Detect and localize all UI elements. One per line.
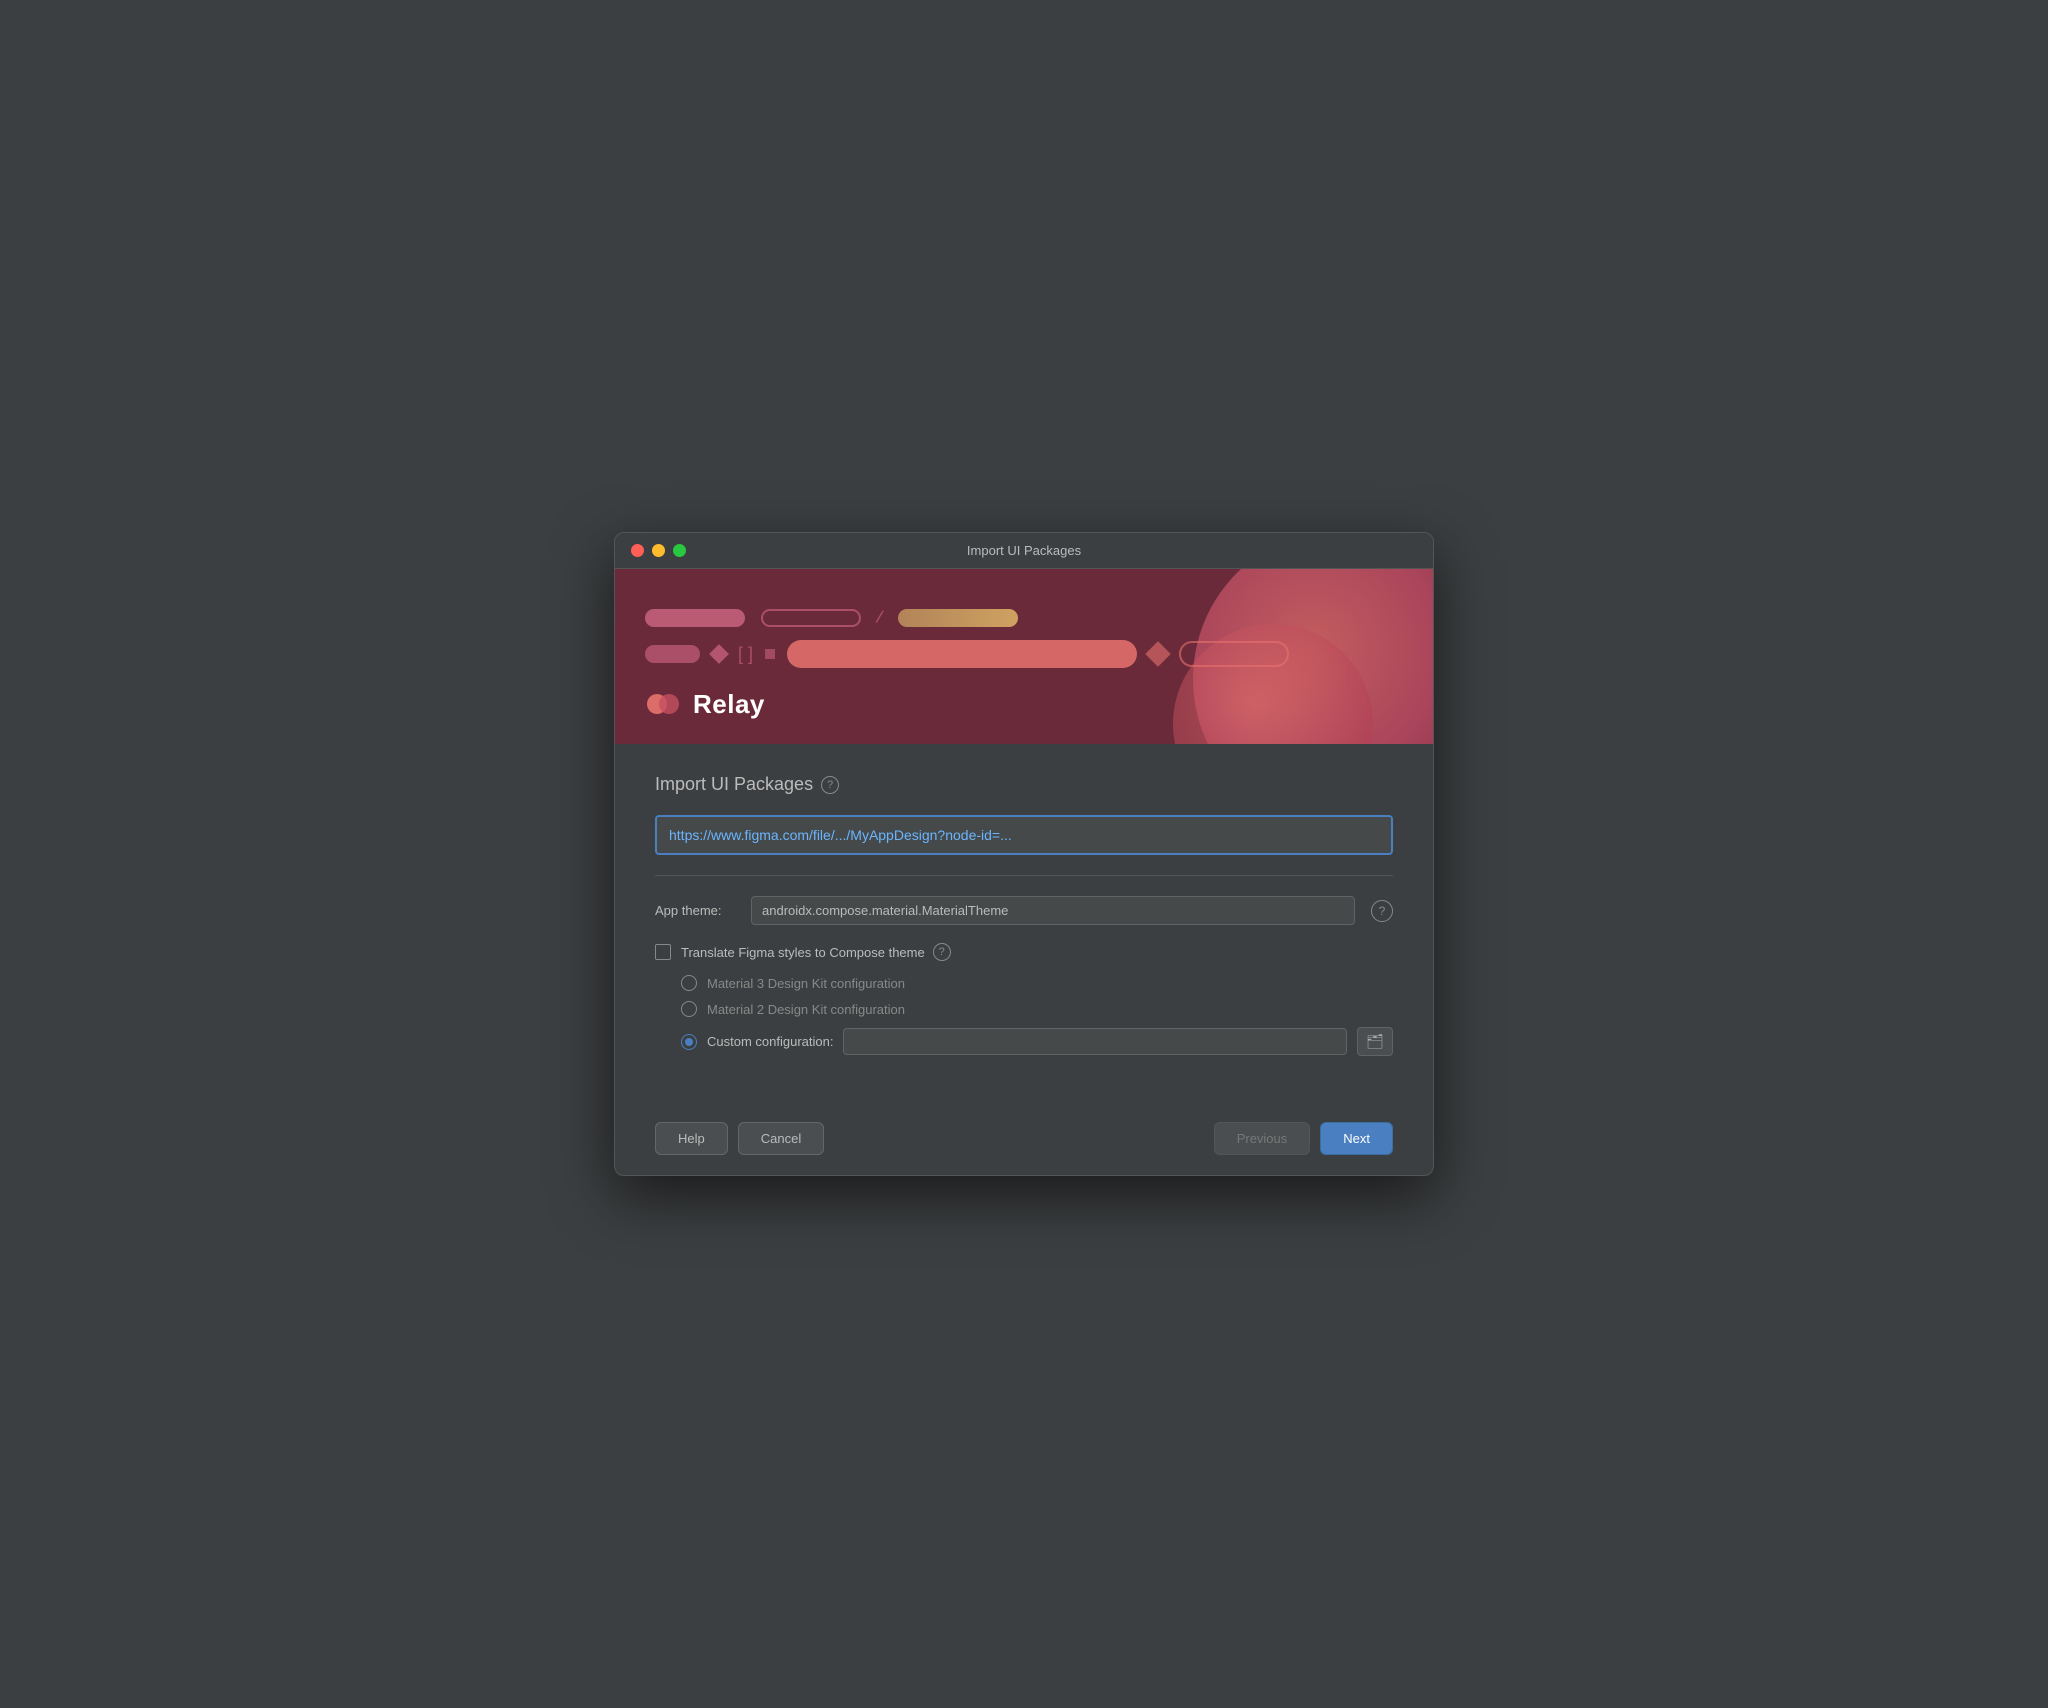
app-theme-row: App theme: ? xyxy=(655,896,1393,925)
folder-button[interactable]: 🗂 xyxy=(1357,1027,1393,1056)
app-theme-input[interactable] xyxy=(751,896,1355,925)
deco-diamond-2 xyxy=(1145,641,1170,666)
material2-radio-row: Material 2 Design Kit configuration xyxy=(681,1001,1393,1017)
translate-help-icon[interactable]: ? xyxy=(933,943,951,961)
footer: Help Cancel Previous Next xyxy=(615,1106,1433,1175)
material3-label: Material 3 Design Kit configuration xyxy=(707,976,905,991)
deco-bracket: [ ] xyxy=(738,644,753,665)
material2-radio[interactable] xyxy=(681,1001,697,1017)
deco-pill-short xyxy=(645,645,700,663)
deco-square xyxy=(765,649,775,659)
relay-logo-icon xyxy=(645,686,681,722)
material3-radio-row: Material 3 Design Kit configuration xyxy=(681,975,1393,991)
close-button[interactable] xyxy=(631,544,644,557)
deco-diamond-1 xyxy=(709,644,729,664)
section-help-icon[interactable]: ? xyxy=(821,776,839,794)
app-theme-label: App theme: xyxy=(655,903,735,918)
banner: / [ ] Relay xyxy=(615,569,1433,744)
app-theme-help-icon[interactable]: ? xyxy=(1371,900,1393,922)
figma-url-input[interactable] xyxy=(657,817,1391,853)
custom-config-input[interactable] xyxy=(843,1028,1347,1055)
maximize-button[interactable] xyxy=(673,544,686,557)
deco-pill-gradient xyxy=(898,609,1018,627)
divider xyxy=(655,875,1393,876)
footer-left: Help Cancel xyxy=(655,1122,824,1155)
dialog-window: Import UI Packages / [ ] xyxy=(614,532,1434,1176)
previous-button[interactable]: Previous xyxy=(1214,1122,1311,1155)
traffic-lights xyxy=(631,544,686,557)
folder-icon: 🗂 xyxy=(1366,1033,1384,1049)
translate-checkbox[interactable] xyxy=(655,944,671,960)
deco-pill-outline-salmon xyxy=(1179,641,1289,667)
custom-label: Custom configuration: xyxy=(707,1034,833,1049)
next-button[interactable]: Next xyxy=(1320,1122,1393,1155)
deco-pill-1 xyxy=(645,609,745,627)
cancel-button[interactable]: Cancel xyxy=(738,1122,824,1155)
custom-radio[interactable] xyxy=(681,1034,697,1050)
section-title: Import UI Packages ? xyxy=(655,774,1393,795)
translate-label: Translate Figma styles to Compose theme … xyxy=(681,943,951,961)
window-title: Import UI Packages xyxy=(967,543,1081,558)
radio-group: Material 3 Design Kit configuration Mate… xyxy=(655,975,1393,1056)
url-input-wrapper xyxy=(655,815,1393,855)
deco-slash: / xyxy=(874,607,884,629)
material2-label: Material 2 Design Kit configuration xyxy=(707,1002,905,1017)
footer-right: Previous Next xyxy=(1214,1122,1393,1155)
custom-config-row: Custom configuration: 🗂 xyxy=(681,1027,1393,1056)
title-bar: Import UI Packages xyxy=(615,533,1433,569)
help-button[interactable]: Help xyxy=(655,1122,728,1155)
material3-radio[interactable] xyxy=(681,975,697,991)
main-content: Import UI Packages ? App theme: ? Transl… xyxy=(615,744,1433,1086)
deco-pill-long xyxy=(787,640,1137,668)
relay-logo-text: Relay xyxy=(693,689,765,720)
minimize-button[interactable] xyxy=(652,544,665,557)
relay-logo: Relay xyxy=(645,686,765,722)
deco-pill-outline xyxy=(761,609,861,627)
translate-checkbox-row: Translate Figma styles to Compose theme … xyxy=(655,943,1393,961)
